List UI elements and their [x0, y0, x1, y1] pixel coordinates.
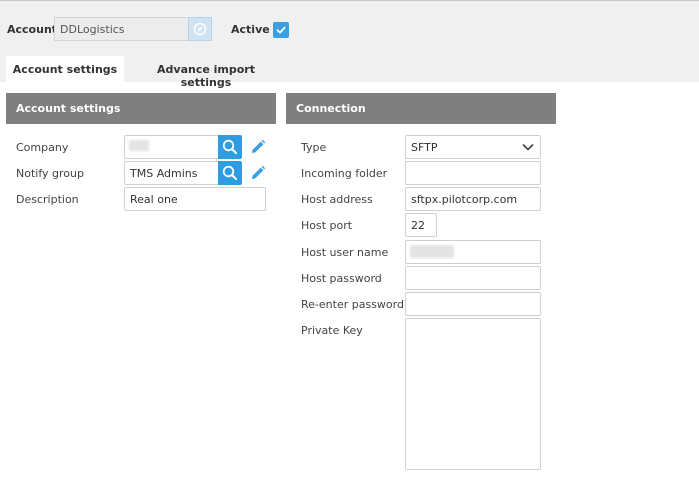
host-password-input[interactable] [405, 266, 541, 290]
account-settings-header: Account settings [6, 93, 276, 124]
private-key-textarea[interactable] [405, 318, 541, 470]
compass-icon [193, 22, 207, 36]
type-select-value: SFTP [411, 141, 438, 154]
company-edit-button[interactable] [248, 137, 268, 157]
private-key-label: Private Key [301, 324, 363, 337]
checkmark-icon [276, 26, 286, 34]
search-icon [222, 165, 237, 180]
connection-header: Connection [286, 93, 556, 124]
reenter-password-input[interactable] [405, 292, 541, 316]
tab-account-settings[interactable]: Account settings [6, 56, 124, 83]
account-lookup-button[interactable] [188, 17, 212, 41]
chevron-down-icon [522, 143, 534, 151]
host-port-input[interactable]: 22 [405, 213, 437, 237]
incoming-folder-label: Incoming folder [301, 167, 388, 180]
company-label: Company [16, 141, 69, 154]
active-label: Active [231, 23, 270, 36]
top-bar: Account DDLogistics Active Account setti… [0, 0, 699, 89]
company-redacted [129, 140, 149, 151]
tab-advance-import-settings[interactable]: Advance import settings [130, 56, 282, 89]
host-address-input[interactable]: sftpx.pilotcorp.com [405, 187, 541, 211]
pencil-icon [252, 165, 266, 179]
active-checkbox[interactable] [273, 22, 289, 38]
notify-group-edit-button[interactable] [248, 163, 268, 183]
host-user-name-redacted [410, 245, 454, 258]
account-label: Account [7, 23, 58, 36]
host-user-name-label: Host user name [301, 246, 389, 259]
description-input[interactable]: Real one [124, 187, 266, 211]
company-search-button[interactable] [218, 135, 242, 159]
incoming-folder-input[interactable] [405, 161, 541, 185]
description-label: Description [16, 193, 79, 206]
type-select[interactable]: SFTP [405, 135, 541, 159]
pencil-icon [252, 139, 266, 153]
host-address-label: Host address [301, 193, 373, 206]
account-input[interactable]: DDLogistics [54, 17, 188, 41]
reenter-password-label: Re-enter password [301, 298, 404, 311]
notify-group-label: Notify group [16, 167, 84, 180]
type-label: Type [301, 141, 327, 154]
notify-group-input[interactable]: TMS Admins [124, 161, 219, 185]
host-port-label: Host port [301, 219, 353, 232]
host-password-label: Host password [301, 272, 382, 285]
search-icon [222, 139, 237, 154]
notify-group-search-button[interactable] [218, 161, 242, 185]
